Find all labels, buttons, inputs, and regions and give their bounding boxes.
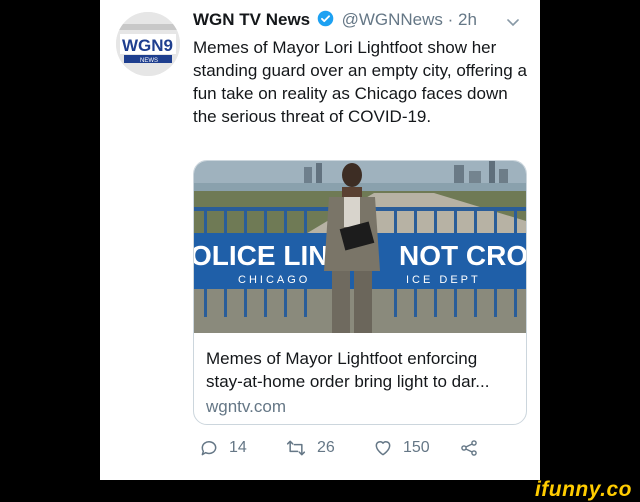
avatar-logo-text: WGN9 [122,36,173,55]
sign-left-text: OLICE LINE [194,240,347,271]
tweet-time[interactable]: 2h [458,10,477,29]
link-card-title[interactable]: Memes of Mayor Lightfoot enforcing stay-… [206,347,512,393]
wgn-logo: WGN9 NEWS [116,12,180,76]
author-name[interactable]: WGN TV News [193,10,310,29]
tweet-card: WGN9 NEWS WGN TV News @WGNNews · 2h Meme… [100,0,540,480]
retweet-count: 26 [317,439,335,456]
meta-separator: · [447,10,454,29]
author-handle[interactable]: @WGNNews [342,10,443,29]
chevron-down-icon[interactable] [505,14,521,30]
reply-icon [201,441,217,456]
tweet-text: Memes of Mayor Lori Lightfoot show her s… [193,38,527,126]
like-icon [375,441,391,456]
like-count: 150 [403,439,430,456]
sign-right-sub: ICE DEPT [406,274,481,286]
ifunny-watermark: ifunny.co [534,478,632,501]
share-icon [461,440,477,456]
reply-count: 14 [229,439,247,456]
link-card-image: OLICE LINE CHICAGO NOT CROSS ICE DEPT [194,161,526,333]
link-card-domain[interactable]: wgntv.com [206,397,286,417]
retweet-button[interactable]: 26 [285,438,335,458]
avatar-sub-text: NEWS [140,58,158,64]
sign-left-sub: CHICAGO [238,274,310,286]
sign-right-text: NOT CROSS [399,240,526,271]
avatar[interactable]: WGN9 NEWS [116,12,180,76]
reply-button[interactable]: 14 [199,438,247,458]
link-card[interactable]: OLICE LINE CHICAGO NOT CROSS ICE DEPT Me… [193,160,527,425]
tweet-actions: 14 26 150 [193,438,533,468]
retweet-icon [286,440,306,456]
tweet-header: WGN TV News @WGNNews · 2h [193,10,477,30]
share-button[interactable] [459,438,489,458]
like-button[interactable]: 150 [373,438,430,458]
verified-icon [317,10,334,27]
